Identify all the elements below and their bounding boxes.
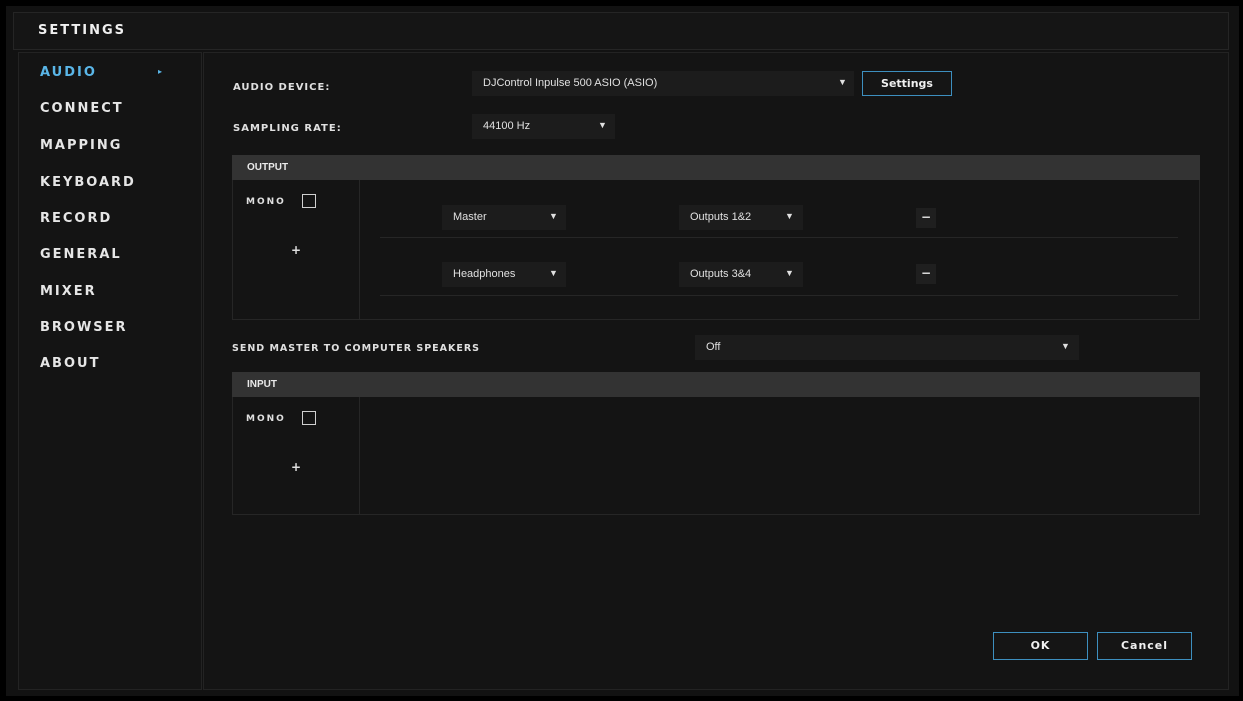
send-master-label: SEND MASTER TO COMPUTER SPEAKERS	[232, 343, 481, 354]
chevron-down-icon: ▼	[549, 211, 558, 221]
sidebar-item-general[interactable]: GENERAL	[40, 247, 122, 262]
output-section-header: OUTPUT	[232, 155, 1200, 180]
output-channel-dropdown[interactable]: Headphones ▼	[442, 262, 566, 287]
input-channels-panel	[360, 397, 1200, 515]
active-indicator-icon: ▸	[158, 67, 163, 76]
ok-button[interactable]: OK	[993, 632, 1088, 660]
output-mono-label: MONO	[246, 197, 286, 207]
output-channels-panel	[360, 180, 1200, 320]
send-master-dropdown[interactable]: Off ▼	[695, 335, 1079, 360]
chevron-down-icon: ▼	[838, 77, 847, 87]
output-routing-value: Outputs 1&2	[690, 211, 752, 223]
sampling-rate-label: SAMPLING RATE:	[233, 123, 342, 134]
main-panel	[203, 52, 1229, 690]
remove-output-button[interactable]: −	[916, 208, 936, 228]
audio-device-value: DJControl Inpulse 500 ASIO (ASIO)	[483, 77, 658, 89]
chevron-down-icon: ▼	[598, 120, 607, 130]
input-mono-checkbox[interactable]	[302, 411, 316, 425]
sidebar-item-keyboard[interactable]: KEYBOARD	[40, 175, 136, 190]
output-header-label: OUTPUT	[247, 162, 289, 173]
sidebar-item-record[interactable]: RECORD	[40, 211, 112, 226]
sampling-rate-dropdown[interactable]: 44100 Hz ▼	[472, 114, 615, 139]
row-divider	[380, 295, 1178, 296]
input-add-icon[interactable]: +	[291, 460, 301, 474]
audio-settings-button[interactable]: Settings	[862, 71, 952, 96]
output-mono-checkbox[interactable]	[302, 194, 316, 208]
output-add-icon[interactable]: +	[291, 243, 301, 257]
output-routing-dropdown[interactable]: Outputs 1&2 ▼	[679, 205, 803, 230]
chevron-down-icon: ▼	[785, 211, 794, 221]
output-routing-value: Outputs 3&4	[690, 268, 752, 280]
input-section-header: INPUT	[232, 372, 1200, 397]
window-title: SETTINGS	[38, 23, 127, 38]
sidebar-item-audio[interactable]: AUDIO	[40, 65, 97, 80]
sidebar-item-browser[interactable]: BROWSER	[40, 320, 128, 335]
chevron-down-icon: ▼	[549, 268, 558, 278]
audio-device-dropdown[interactable]: DJControl Inpulse 500 ASIO (ASIO) ▼	[472, 71, 854, 96]
sidebar-item-connect[interactable]: CONNECT	[40, 101, 124, 116]
remove-output-button[interactable]: −	[916, 264, 936, 284]
chevron-down-icon: ▼	[1061, 341, 1070, 351]
chevron-down-icon: ▼	[785, 268, 794, 278]
title-bar: SETTINGS	[13, 12, 1229, 50]
output-channel-value: Master	[453, 211, 487, 223]
output-channel-value: Headphones	[453, 268, 516, 280]
row-divider	[380, 237, 1178, 238]
send-master-value: Off	[706, 341, 721, 353]
input-header-label: INPUT	[247, 379, 277, 390]
sampling-rate-value: 44100 Hz	[483, 120, 531, 132]
output-channel-dropdown[interactable]: Master ▼	[442, 205, 566, 230]
sidebar-item-about[interactable]: ABOUT	[40, 356, 100, 371]
cancel-button[interactable]: Cancel	[1097, 632, 1192, 660]
input-mono-label: MONO	[246, 414, 286, 424]
output-routing-dropdown[interactable]: Outputs 3&4 ▼	[679, 262, 803, 287]
sidebar-item-mixer[interactable]: MIXER	[40, 284, 97, 299]
audio-device-label: AUDIO DEVICE:	[233, 82, 331, 93]
sidebar-item-mapping[interactable]: MAPPING	[40, 138, 122, 153]
